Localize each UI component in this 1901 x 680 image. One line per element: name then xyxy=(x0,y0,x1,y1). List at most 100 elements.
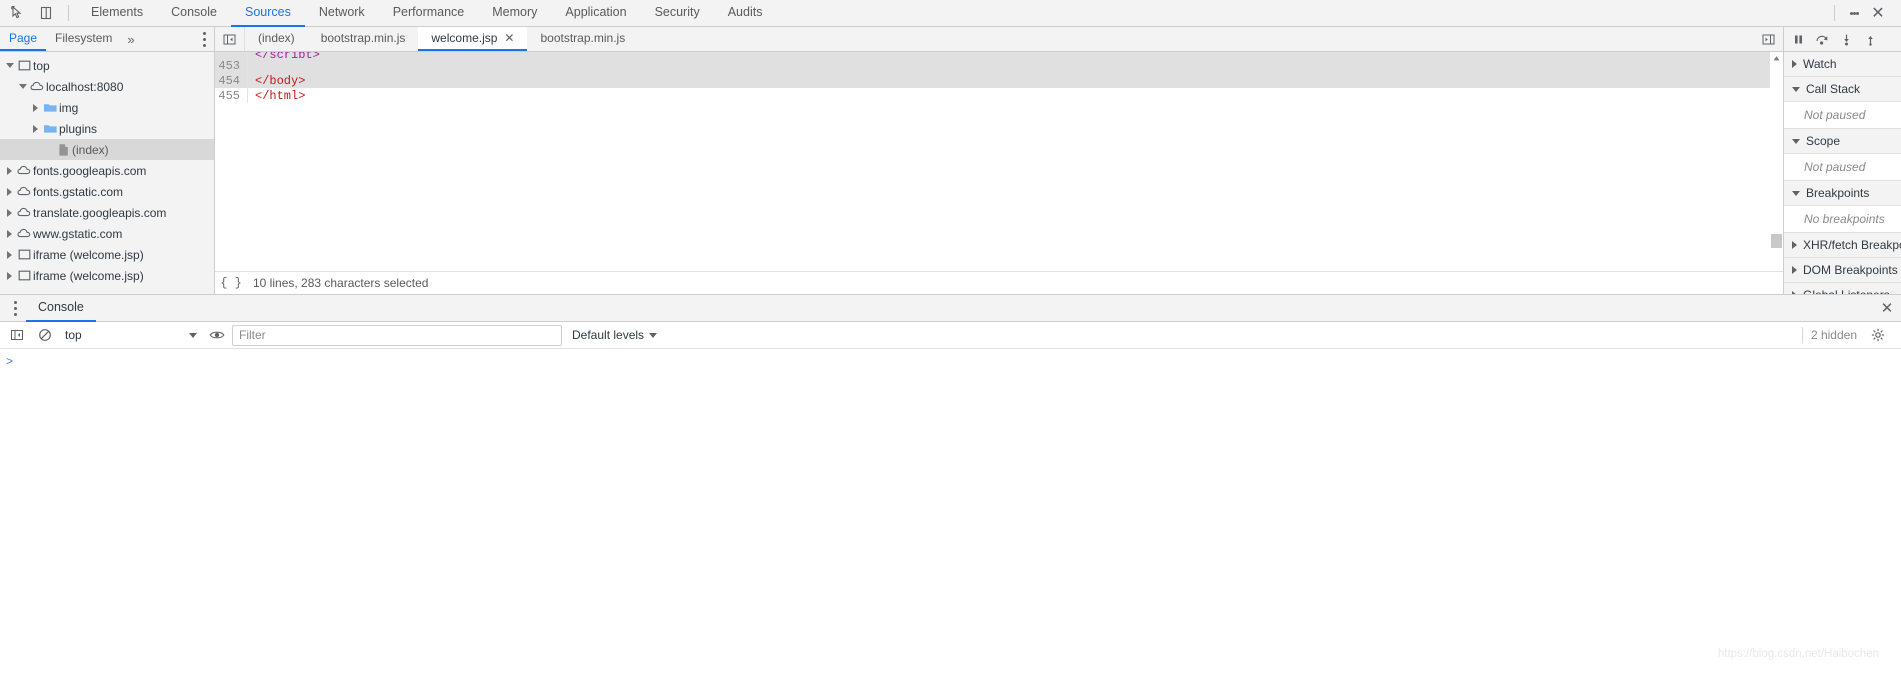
levels-chevron-down-icon xyxy=(649,332,658,338)
main-toolbar-right: ✕ xyxy=(1826,0,1897,26)
editor-scrollbar-thumb[interactable] xyxy=(1771,234,1782,248)
tree-item-index[interactable]: (index) xyxy=(0,139,214,160)
tab-console-label: Console xyxy=(171,5,217,19)
editor-tab-close-icon[interactable]: ✕ xyxy=(504,32,514,44)
file-tree: top localhost:8080 img plugins (index) fonts.… xyxy=(0,52,214,286)
live-expression-icon[interactable] xyxy=(204,323,230,347)
console-toolbar-right: 2 hidden xyxy=(1801,323,1897,347)
drawer-more-options-icon[interactable] xyxy=(4,299,26,317)
close-devtools-icon[interactable]: ✕ xyxy=(1865,0,1891,26)
tree-item-localhost-8080[interactable]: localhost:8080 xyxy=(0,76,214,97)
console-toolbar-divider xyxy=(1801,327,1803,343)
tab-network[interactable]: Network xyxy=(305,0,379,27)
tab-performance[interactable]: Performance xyxy=(379,0,479,27)
tab-audits[interactable]: Audits xyxy=(714,0,777,27)
code-line-454[interactable]: 454 </body> xyxy=(215,73,1770,88)
tree-item-plugins[interactable]: plugins xyxy=(0,118,214,139)
selection-status-text: 10 lines, 283 characters selected xyxy=(253,276,429,290)
code-text-partial: </script> xyxy=(248,52,320,58)
tree-item-img[interactable]: img xyxy=(0,97,214,118)
tab-elements[interactable]: Elements xyxy=(77,0,157,27)
debugger-section-header-global-listeners[interactable]: Global Listeners xyxy=(1784,283,1901,294)
console-levels-select[interactable]: Default levels xyxy=(564,328,665,342)
more-tabs-icon[interactable] xyxy=(1753,27,1783,51)
scroll-up-arrow-icon[interactable] xyxy=(1772,54,1781,63)
tree-item-label: fonts.googleapis.com xyxy=(33,163,147,178)
editor-tab-index[interactable]: (index) xyxy=(245,27,308,51)
execution-context-select[interactable]: top xyxy=(60,325,202,346)
device-toolbar-icon[interactable] xyxy=(32,0,60,26)
tree-item-iframe-welcome-jsp[interactable]: iframe (welcome.jsp) xyxy=(0,244,214,265)
document-icon xyxy=(54,143,72,157)
debugger-section-header-dom-breakpoints[interactable]: DOM Breakpoints xyxy=(1784,258,1901,283)
drawer-tab-console[interactable]: Console xyxy=(26,295,96,322)
console-sidebar-icon[interactable] xyxy=(4,323,30,347)
code-content[interactable]: </script> 453 454 </body> xyxy=(215,52,1770,271)
navigator-tab-page[interactable]: Page xyxy=(0,27,47,51)
debugger-section-header-breakpoints[interactable]: Breakpoints xyxy=(1784,181,1901,206)
debugger-section-header-scope[interactable]: Scope xyxy=(1784,129,1901,154)
editor-tab-bootstrap-min-js-1[interactable]: bootstrap.min.js xyxy=(308,27,419,51)
editor-tab-bootstrap-min-js-2[interactable]: bootstrap.min.js xyxy=(527,27,638,51)
more-options-icon[interactable] xyxy=(1843,0,1865,26)
code-line-453[interactable]: 453 xyxy=(215,58,1770,73)
tree-item-iframe-welcome-jsp[interactable]: iframe (welcome.jsp) xyxy=(0,265,214,286)
tree-twisty-right-icon[interactable] xyxy=(4,271,15,280)
tree-twisty-right-icon[interactable] xyxy=(30,124,41,133)
debugger-toolbar xyxy=(1784,27,1901,52)
tree-item-top[interactable]: top xyxy=(0,55,214,76)
inspect-cursor-icon[interactable] xyxy=(4,0,32,26)
tree-twisty-right-icon[interactable] xyxy=(30,103,41,112)
editor-scrollbar[interactable] xyxy=(1770,52,1783,271)
code-text-455: </html> xyxy=(255,88,306,103)
console-settings-icon[interactable] xyxy=(1865,323,1891,347)
debugger-section-header-watch[interactable]: Watch xyxy=(1784,52,1901,77)
clear-console-icon[interactable] xyxy=(32,323,58,347)
code-text-454: </body> xyxy=(255,73,306,88)
navigator-tab-page-label: Page xyxy=(9,31,38,45)
hidden-messages-count[interactable]: 2 hidden xyxy=(1811,328,1857,342)
main-toolbar: Elements Console Sources Network Perform… xyxy=(0,0,1901,27)
editor-tab-welcome-jsp[interactable]: welcome.jsp ✕ xyxy=(418,27,528,51)
chevron-down-icon xyxy=(1792,86,1800,92)
tree-twisty-right-icon[interactable] xyxy=(4,187,15,196)
code-editor[interactable]: </script> 453 454 </body> xyxy=(215,52,1783,271)
tree-item-fonts-gstatic-com[interactable]: fonts.gstatic.com xyxy=(0,181,214,202)
tree-twisty-right-icon[interactable] xyxy=(4,229,15,238)
tree-item-label: iframe (welcome.jsp) xyxy=(33,247,144,262)
step-out-icon[interactable] xyxy=(1859,28,1881,50)
tree-twisty-down-icon[interactable] xyxy=(4,63,15,68)
tree-twisty-right-icon[interactable] xyxy=(4,166,15,175)
tab-console[interactable]: Console xyxy=(157,0,231,27)
close-drawer-icon[interactable]: ✕ xyxy=(1873,295,1901,322)
debugger-section-title: Breakpoints xyxy=(1806,186,1870,200)
step-into-icon[interactable] xyxy=(1835,28,1857,50)
tab-application[interactable]: Application xyxy=(551,0,640,27)
tree-twisty-down-icon[interactable] xyxy=(17,84,28,89)
code-lines[interactable]: </script> 453 454 </body> xyxy=(215,52,1770,271)
tree-twisty-right-icon[interactable] xyxy=(4,250,15,259)
tree-twisty-right-icon[interactable] xyxy=(4,208,15,217)
pause-script-icon[interactable] xyxy=(1787,28,1809,50)
debugger-sidebar: Watch Call Stack Not paused Scope Not paused… xyxy=(1783,27,1901,294)
debugger-section-header-xhr-fetch-breakpoints[interactable]: XHR/fetch Breakpoints xyxy=(1784,233,1901,258)
console-prompt[interactable]: > xyxy=(0,349,1901,369)
tree-item-www-gstatic-com[interactable]: www.gstatic.com xyxy=(0,223,214,244)
console-output[interactable]: > https://blog.csdn.net/Haibochen xyxy=(0,349,1901,680)
debugger-section-header-call-stack[interactable]: Call Stack xyxy=(1784,77,1901,102)
code-line-455[interactable]: 455 </html> xyxy=(215,88,1770,103)
tab-sources[interactable]: Sources xyxy=(230,0,305,27)
console-filter-input[interactable] xyxy=(232,324,562,346)
tab-security[interactable]: Security xyxy=(641,0,714,27)
tree-item-fonts-googleapis-com[interactable]: fonts.googleapis.com xyxy=(0,160,214,181)
tab-memory[interactable]: Memory xyxy=(478,0,551,27)
show-navigator-icon[interactable] xyxy=(215,27,245,51)
navigator-tab-filesystem[interactable]: Filesystem xyxy=(46,27,121,51)
step-over-icon[interactable] xyxy=(1811,28,1833,50)
tree-item-label: top xyxy=(33,58,50,73)
navigator-more-options-icon[interactable] xyxy=(194,27,214,51)
format-braces-icon[interactable]: { } xyxy=(215,276,247,290)
tree-item-translate-googleapis-com[interactable]: translate.googleapis.com xyxy=(0,202,214,223)
chevron-down-icon xyxy=(189,332,197,338)
navigator-more-tabs-icon[interactable]: » xyxy=(121,27,140,51)
